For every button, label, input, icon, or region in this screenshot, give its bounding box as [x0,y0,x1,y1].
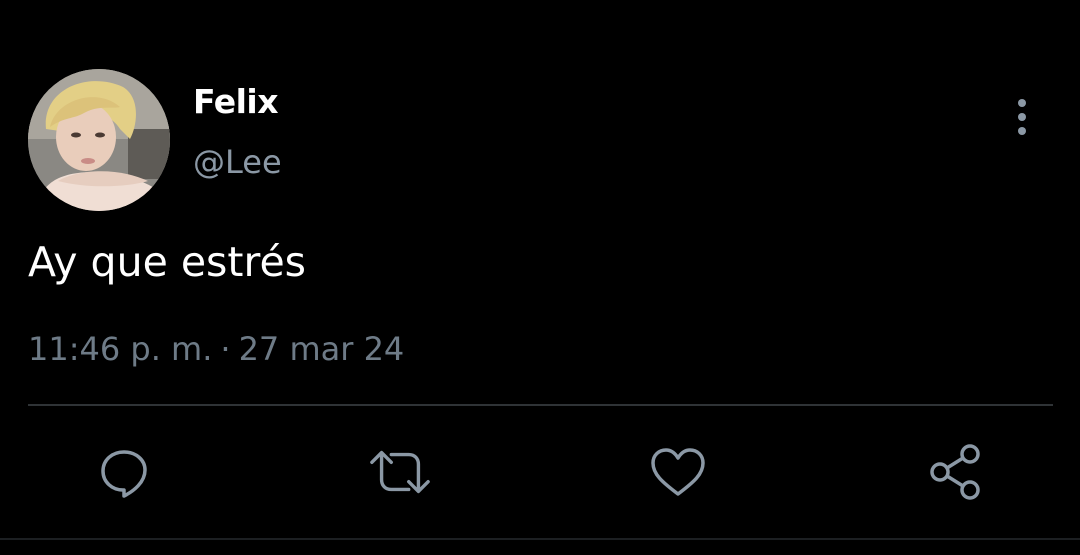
share-icon [930,444,980,500]
tweet-detail: Felix @Lee Ay que estrés 11:46 p. m. · 27 … [0,0,1080,555]
reply-icon [101,450,147,498]
tweet-timestamp[interactable]: 11:46 p. m. · 27 mar 24 [28,330,404,368]
like-button[interactable] [646,440,710,504]
bottom-divider [0,538,1080,540]
like-icon [651,448,705,496]
meta-separator: · [220,330,231,368]
more-dot [1018,113,1026,121]
share-button[interactable] [924,440,988,504]
tweet-time: 11:46 p. m. [28,330,213,368]
avatar-photo [28,69,170,211]
reply-button[interactable] [92,440,156,504]
more-dot [1018,99,1026,107]
tweet-text: Ay que estrés [28,238,307,286]
display-name[interactable]: Felix [193,82,279,121]
avatar[interactable] [28,69,170,211]
user-handle[interactable]: @Lee [193,143,282,181]
retweet-button[interactable] [368,440,432,504]
action-bar [0,440,1080,506]
more-dot [1018,127,1026,135]
divider [28,404,1053,406]
more-options-icon[interactable] [1002,92,1042,142]
retweet-icon [370,450,430,494]
tweet-date: 27 mar 24 [238,330,405,368]
